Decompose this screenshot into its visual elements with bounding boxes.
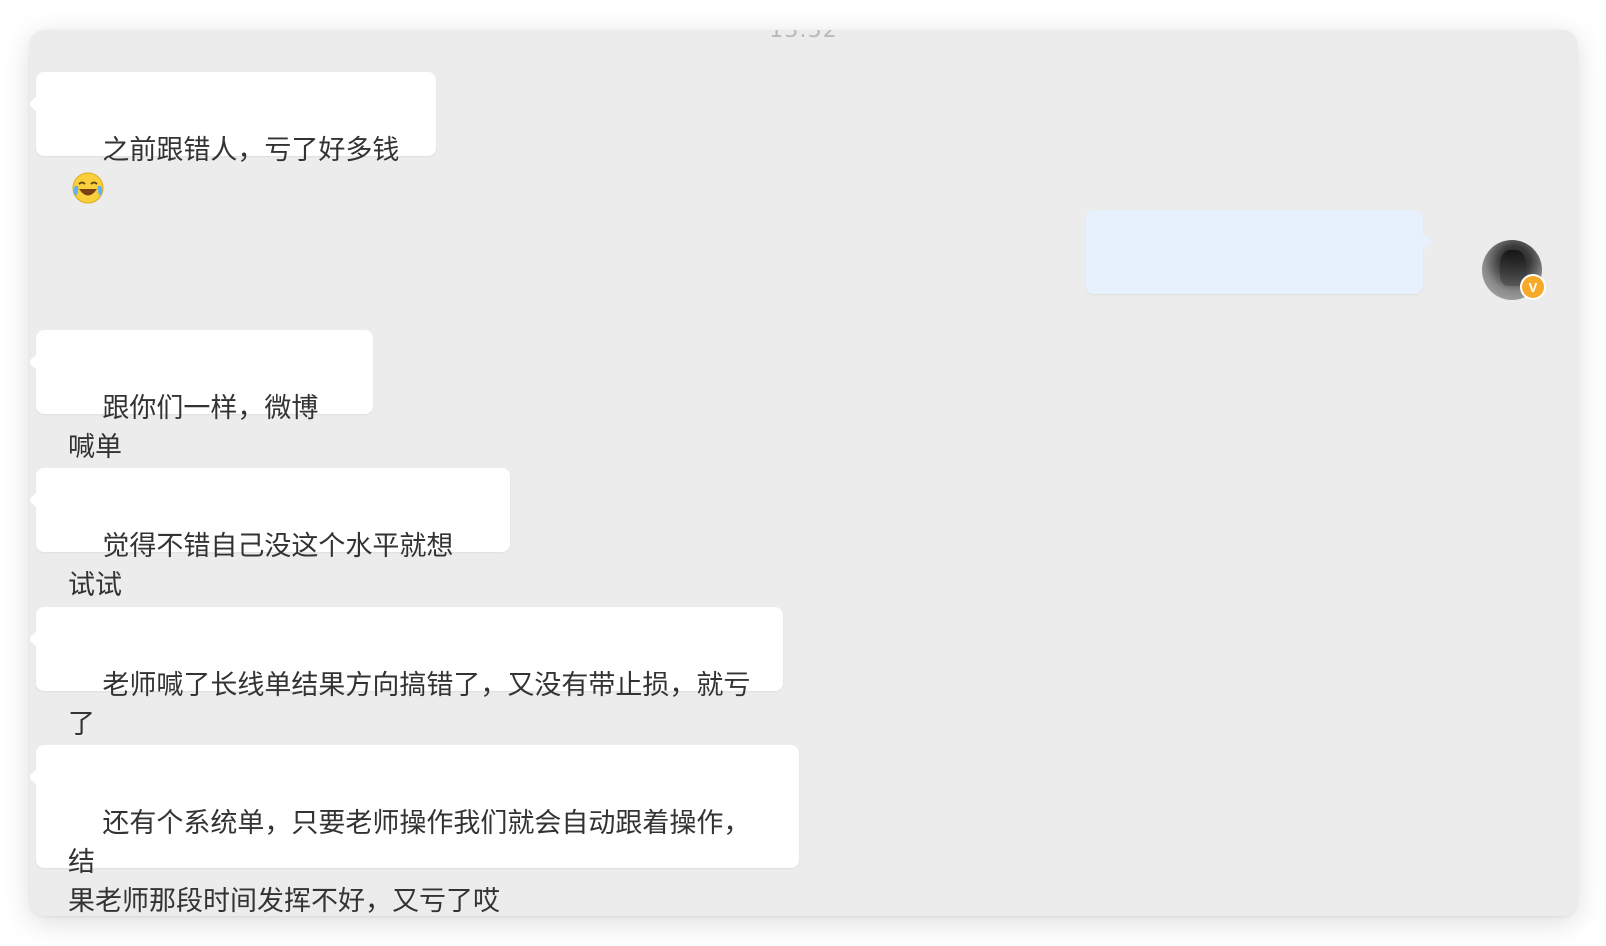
message-text: 觉得不错自己没这个水平就想试试 bbox=[68, 531, 454, 601]
laugh-cry-emoji-icon bbox=[70, 170, 106, 206]
message-bubble-incoming[interactable]: 还有个系统单，只要老师操作我们就会自动跟着操作，结 果老师那段时间发挥不好，又亏… bbox=[30, 745, 799, 916]
message-bubble-incoming[interactable]: 之前跟错人，亏了好多钱 bbox=[30, 72, 436, 204]
message-text: 还有个系统单，只要老师操作我们就会自动跟着操作，结 果老师那段时间发挥不好，又亏… bbox=[68, 808, 751, 916]
message-bubble-incoming[interactable]: 觉得不错自己没这个水平就想试试 bbox=[30, 468, 510, 601]
message-bubble-outgoing[interactable] bbox=[1086, 210, 1432, 294]
chat-panel: 13:52 之前跟错人，亏了好多钱 V 跟你们一样，微博喊单 觉得不错自己没这个… bbox=[30, 30, 1577, 916]
verified-badge-icon: V bbox=[1520, 274, 1546, 300]
message-text: 老师喊了长线单结果方向搞错了，又没有带止损，就亏了 bbox=[68, 670, 751, 740]
message-bubble-incoming[interactable]: 老师喊了长线单结果方向搞错了，又没有带止损，就亏了 bbox=[30, 607, 783, 740]
message-text: 跟你们一样，微博喊单 bbox=[68, 393, 319, 463]
message-text: 之前跟错人，亏了好多钱 bbox=[102, 135, 400, 166]
message-timestamp: 13:52 bbox=[769, 30, 838, 43]
message-bubble-incoming[interactable]: 跟你们一样，微博喊单 bbox=[30, 330, 373, 463]
avatar[interactable]: V bbox=[1482, 240, 1546, 300]
